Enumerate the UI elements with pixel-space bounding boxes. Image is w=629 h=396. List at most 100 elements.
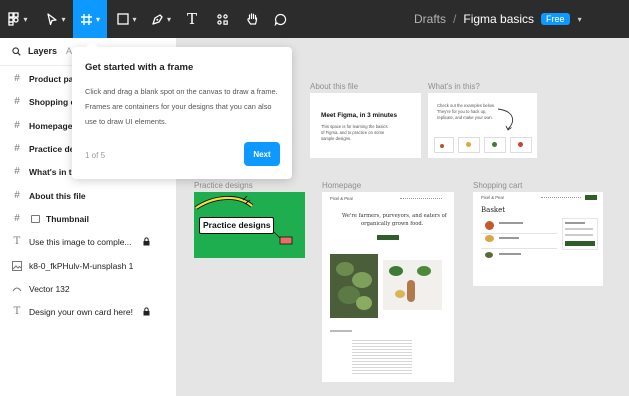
summary-text-placeholder — [565, 228, 593, 230]
layer-item-use-this-image[interactable]: T Use this image to comple... — [0, 232, 176, 252]
hand-tool-button[interactable] — [240, 0, 264, 38]
vegetables-photo — [383, 260, 442, 310]
breadcrumb-drafts-link[interactable]: Drafts — [414, 12, 446, 26]
resources-tool-button[interactable] — [210, 0, 234, 38]
nav-placeholder — [400, 198, 442, 200]
frame-icon: # — [14, 213, 20, 224]
lock-icon[interactable] — [143, 307, 150, 316]
shopping-logo: Pixel & Pear — [481, 195, 505, 200]
practice-sticker-text: Practice designs — [203, 220, 271, 230]
tab-layers[interactable]: Layers — [28, 46, 57, 56]
plan-badge: Free — [541, 13, 570, 25]
layer-item-unsplash-image[interactable]: k8-0_fkPHulv-M-unsplash 1 — [0, 256, 176, 276]
layer-item-thumbnail[interactable]: # Thumbnail — [0, 209, 176, 229]
layer-label: Practice de — [29, 144, 75, 154]
about-heading: Meet Figma, in 3 minutes — [321, 112, 397, 119]
next-button[interactable]: Next — [244, 142, 280, 166]
food-dot — [440, 144, 444, 148]
popover-title: Get started with a frame — [85, 62, 194, 73]
practice-sticker: Practice designs — [199, 217, 274, 234]
breadcrumb-separator: / — [453, 12, 457, 26]
layer-item-design-your-own[interactable]: T Design your own card here! — [0, 302, 176, 322]
homepage-logo: Pixel & Pear — [330, 196, 354, 201]
frame-icon: # — [14, 143, 20, 154]
basket-heading: Basket — [481, 206, 506, 214]
chevron-down-icon: ▾ — [61, 14, 66, 24]
layer-label: Homepage — [29, 121, 73, 131]
frame-homepage[interactable]: Pixel & Pear We're farmers, purveyors, a… — [322, 192, 454, 382]
search-icon[interactable] — [12, 47, 21, 56]
popover-arrow — [86, 41, 98, 47]
popover-body: Click and drag a blank spot on the canva… — [85, 87, 278, 126]
breadcrumb: Drafts / Figma basics Free ▾ — [414, 0, 582, 38]
pen-icon — [152, 13, 163, 25]
toolbar: ▾ ▾ ▾ ▾ ▾ T Drafts / Figma basics Free ▾ — [0, 0, 629, 38]
article-text-placeholder — [330, 330, 352, 332]
frame-label-whats-in-this[interactable]: What's in this? — [428, 82, 480, 91]
homepage-headline: We're farmers, purveyors, and eaters of — [342, 213, 447, 219]
article-text-placeholder — [352, 338, 412, 376]
layer-item-vector-132[interactable]: Vector 132 — [0, 279, 176, 299]
layer-label: About this file — [29, 191, 86, 201]
chevron-down-icon[interactable]: ▾ — [578, 15, 582, 24]
layer-label: Shopping c — [29, 97, 76, 107]
cart-item-text-placeholder — [499, 237, 519, 239]
cart-line-divider — [481, 233, 557, 234]
chevron-down-icon: ▾ — [132, 14, 137, 24]
thumbnail-preview — [434, 137, 454, 153]
text-tool-button[interactable]: T — [181, 0, 203, 38]
frame-icon — [80, 13, 92, 25]
cart-item-image — [485, 235, 494, 242]
layer-label: Vector 132 — [29, 284, 70, 294]
layer-label: Product pa — [29, 74, 74, 84]
vector-icon — [12, 287, 22, 292]
chevron-down-icon: ▾ — [166, 14, 171, 24]
onboarding-popover: Get started with a frame Click and drag … — [72, 41, 292, 179]
components-icon — [216, 13, 228, 25]
layer-label: What's in th — [29, 167, 77, 177]
about-text-line: sample designs. — [321, 136, 352, 141]
frame-label-shopping-cart[interactable]: Shopping cart — [473, 181, 522, 190]
frame-shopping-cart[interactable]: Pixel & Pear Basket — [473, 192, 603, 286]
frame-practice-designs[interactable]: Practice designs — [194, 192, 305, 258]
homepage-cta-button — [377, 235, 399, 240]
popover-step-counter: 1 of 5 — [85, 151, 106, 160]
cart-item-text-placeholder — [499, 253, 521, 255]
lock-icon[interactable] — [143, 237, 150, 246]
cart-item-text-placeholder — [499, 222, 523, 224]
layer-item-about-this-file[interactable]: # About this file — [0, 186, 176, 206]
cart-item-image — [485, 221, 494, 230]
cart-item-image — [485, 252, 493, 258]
whats-in-text-line: replicate, and make your own. — [437, 115, 493, 120]
main-menu-button[interactable]: ▾ — [4, 0, 32, 38]
frame-label-homepage[interactable]: Homepage — [322, 181, 361, 190]
frame-icon: # — [14, 73, 20, 84]
summary-text-placeholder — [565, 222, 585, 224]
pen-tool-button[interactable]: ▾ — [146, 0, 176, 38]
frame-icon: # — [14, 166, 20, 177]
curved-arrow-icon — [497, 108, 514, 131]
frame-whats-in-this[interactable]: Check out the examples below. They're fo… — [428, 93, 537, 158]
cursor-icon — [47, 12, 58, 25]
file-name[interactable]: Figma basics — [463, 12, 534, 26]
image-icon — [12, 261, 22, 271]
shape-tool-button[interactable]: ▾ — [112, 0, 142, 38]
checkout-button — [565, 241, 595, 246]
text-icon: T — [13, 306, 21, 317]
hand-icon — [246, 13, 257, 25]
cart-line-divider — [481, 248, 557, 249]
cart-button — [585, 195, 597, 200]
component-icon — [31, 215, 40, 223]
summary-text-placeholder — [565, 234, 593, 236]
move-tool-button[interactable]: ▾ — [42, 0, 70, 38]
frame-icon: # — [14, 190, 20, 201]
comment-tool-button[interactable] — [268, 0, 292, 38]
frame-label-practice-designs[interactable]: Practice designs — [194, 181, 253, 190]
comment-icon — [274, 13, 286, 26]
greens-photo — [330, 254, 378, 318]
figma-menu-icon — [8, 12, 20, 26]
frame-about-this-file[interactable]: Meet Figma, in 3 minutes This space is f… — [310, 93, 421, 158]
frame-label-about-this-file[interactable]: About this file — [310, 82, 358, 91]
frame-tool-button[interactable]: ▾ — [73, 0, 107, 38]
chevron-down-icon: ▾ — [23, 14, 28, 24]
